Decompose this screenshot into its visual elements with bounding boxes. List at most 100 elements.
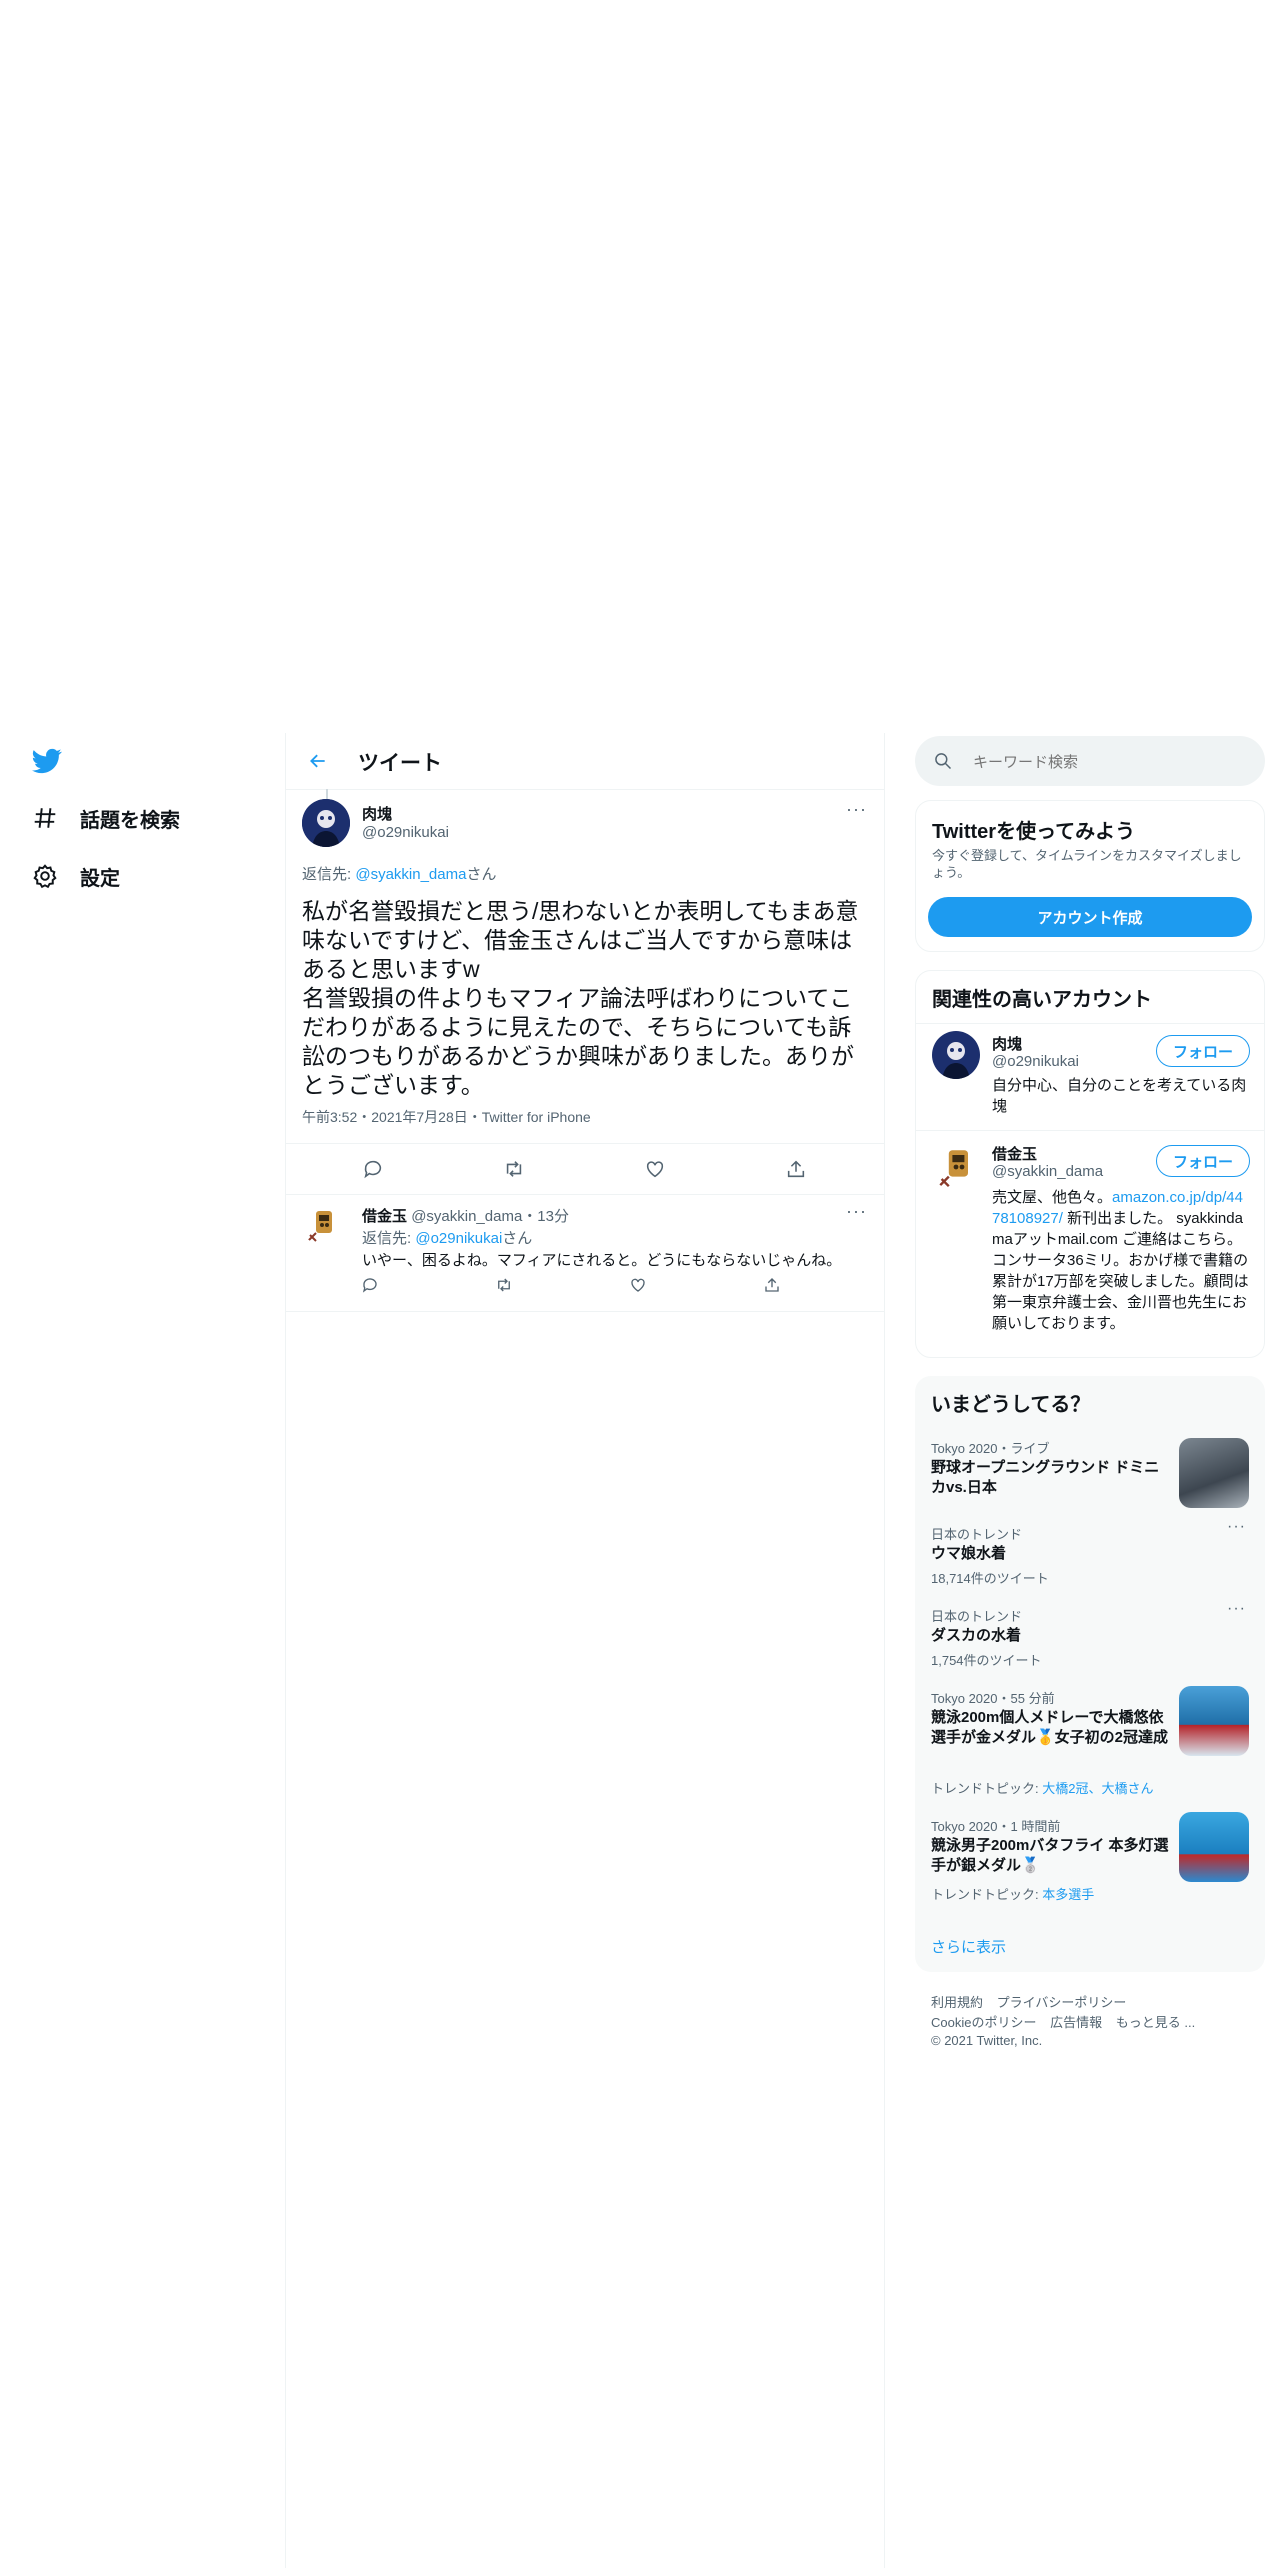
reply-icon[interactable] bbox=[360, 1275, 380, 1295]
reply-suffix: さん bbox=[502, 1230, 533, 1247]
account-bio: 自分中心、自分のことを考えている肉塊 bbox=[992, 1077, 1247, 1115]
topic-link[interactable]: 本多選手 bbox=[1042, 1887, 1094, 1902]
back-arrow-icon[interactable] bbox=[304, 747, 332, 775]
avatar[interactable] bbox=[302, 799, 350, 847]
footer-row-1: 利用規約 プライバシーポリシー bbox=[931, 1992, 1126, 2011]
related-accounts-card: 関連性の高いアカウント 肉塊 @o29nikukai フォロー 自分中心、自分の… bbox=[915, 970, 1265, 1358]
search-input[interactable] bbox=[971, 748, 1245, 776]
more-icon[interactable]: ··· bbox=[1227, 1518, 1246, 1536]
author-name[interactable]: 肉塊 bbox=[362, 803, 392, 824]
trend-item[interactable]: Tokyo 2020・ライブ 野球オープニングラウンド ドミニカvs.日本 bbox=[915, 1428, 1265, 1514]
follow-button[interactable]: フォロー bbox=[1156, 1145, 1250, 1177]
trend-topic: トレンドトピック: 本多選手 bbox=[931, 1884, 1094, 1903]
signup-title: Twitterを使ってみよう bbox=[932, 821, 1136, 843]
tweet-actions bbox=[286, 1143, 884, 1195]
tweet-timestamp[interactable]: 午前3:52・2021年7月28日・Twitter for iPhone bbox=[302, 1107, 591, 1127]
more-icon[interactable]: ··· bbox=[846, 799, 867, 820]
account-name[interactable]: 肉塊 bbox=[992, 1033, 1022, 1054]
tweet-column: ツイート 肉塊 @o29nikukai ··· 返信先: @syakkin_da… bbox=[285, 733, 885, 2568]
signup-desc: 今すぐ登録して、タイムラインをカスタマイズしましょう。 bbox=[932, 848, 1242, 880]
reply-icon[interactable] bbox=[360, 1156, 386, 1182]
avatar[interactable] bbox=[302, 1205, 342, 1245]
nav-explore[interactable]: 話題を検索 bbox=[30, 798, 180, 838]
account-bio: 売文屋、他色々。amazon.co.jp/dp/4478108927/ 新刊出ま… bbox=[992, 1187, 1250, 1334]
reply-context: 返信先: @syakkin_damaさん bbox=[302, 863, 496, 884]
show-more-link[interactable]: さらに表示 bbox=[931, 1936, 1006, 1957]
trend-meta: Tokyo 2020・1 時間前 bbox=[931, 1819, 1061, 1834]
trend-topic: トレンドトピック: 大橋2冠、大橋さん bbox=[931, 1778, 1153, 1797]
trend-thumbnail bbox=[1179, 1438, 1249, 1508]
trend-title: 野球オープニングラウンド ドミニカvs.日本 bbox=[931, 1459, 1160, 1496]
trend-meta: 日本のトレンド bbox=[931, 1609, 1023, 1624]
retweet-icon[interactable] bbox=[494, 1275, 514, 1295]
reply-context: 返信先: @o29nikukaiさん bbox=[362, 1227, 532, 1248]
related-title: 関連性の高いアカウント bbox=[932, 989, 1152, 1011]
reply-header: 借金玉 @syakkin_dama・13分 bbox=[362, 1205, 569, 1226]
reply-text: いやー、困るよね。マフィアにされると。どうにもならないじゃんね。 bbox=[362, 1252, 842, 1269]
topic-label: トレンドトピック: bbox=[931, 1781, 1043, 1796]
reply-suffix: さん bbox=[466, 866, 497, 883]
search-icon bbox=[933, 751, 953, 776]
avatar[interactable] bbox=[932, 1143, 980, 1191]
trend-item[interactable]: Tokyo 2020・55 分前 競泳200m個人メドレーで大橋悠依選手が金メダ… bbox=[915, 1678, 1265, 1806]
trend-meta: 日本のトレンド bbox=[931, 1527, 1023, 1542]
twitter-logo-icon[interactable] bbox=[30, 746, 64, 776]
share-icon[interactable] bbox=[783, 1156, 809, 1182]
create-account-button[interactable]: アカウント作成 bbox=[928, 897, 1252, 937]
reply-prefix: 返信先: bbox=[362, 1230, 416, 1247]
avatar[interactable] bbox=[932, 1031, 980, 1079]
trend-item[interactable]: Tokyo 2020・1 時間前 競泳男子200mバタフライ 本多灯選手が銀メダ… bbox=[915, 1806, 1265, 1916]
reply-time[interactable]: ・13分 bbox=[522, 1208, 569, 1225]
bio-text: 新刊出ました。 syakkindamaアットmail.com ご連絡はこちら。 … bbox=[992, 1210, 1249, 1332]
divider bbox=[916, 1130, 1264, 1131]
account-handle[interactable]: @syakkin_dama bbox=[992, 1163, 1103, 1180]
account-handle[interactable]: @o29nikukai bbox=[992, 1053, 1079, 1070]
more-link[interactable]: もっと見る ... bbox=[1116, 2015, 1195, 2030]
reply-tweet[interactable]: 借金玉 @syakkin_dama・13分 ··· 返信先: @o29nikuk… bbox=[286, 1193, 884, 1312]
terms-link[interactable]: 利用規約 bbox=[931, 1995, 983, 2010]
trend-title: 競泳200m個人メドレーで大橋悠依選手が金メダル🥇女子初の2冠達成 bbox=[931, 1709, 1169, 1746]
author-handle[interactable]: @o29nikukai bbox=[362, 824, 449, 841]
account-name[interactable]: 借金玉 bbox=[992, 1143, 1037, 1164]
nav-settings-label: 設定 bbox=[80, 867, 120, 890]
nav-explore-label: 話題を検索 bbox=[80, 809, 180, 832]
thread-line bbox=[326, 789, 328, 799]
divider bbox=[916, 1023, 1264, 1024]
trend-thumbnail bbox=[1179, 1812, 1249, 1882]
trend-title: ダスカの水着 bbox=[931, 1627, 1022, 1644]
follow-button[interactable]: フォロー bbox=[1156, 1035, 1250, 1067]
trend-count: 1,754件のツイート bbox=[931, 1653, 1042, 1668]
privacy-link[interactable]: プライバシーポリシー bbox=[997, 1995, 1127, 2010]
share-icon[interactable] bbox=[762, 1275, 782, 1295]
copyright: © 2021 Twitter, Inc. bbox=[931, 2033, 1043, 2048]
column-header: ツイート bbox=[286, 733, 884, 790]
trend-item[interactable]: 日本のトレンド ウマ娘水着 18,714件のツイート ··· bbox=[915, 1514, 1265, 1596]
search-box[interactable] bbox=[915, 736, 1265, 786]
topic-link[interactable]: 大橋2冠、大橋さん bbox=[1042, 1781, 1153, 1796]
more-icon[interactable]: ··· bbox=[846, 1201, 867, 1222]
nav-settings[interactable]: 設定 bbox=[30, 856, 120, 896]
trend-meta: Tokyo 2020・55 分前 bbox=[931, 1691, 1055, 1706]
reply-author-handle[interactable]: @syakkin_dama bbox=[411, 1208, 522, 1225]
reply-to-link[interactable]: @o29nikukai bbox=[415, 1230, 502, 1247]
reply-to-link[interactable]: @syakkin_dama bbox=[355, 866, 466, 883]
footer-row-2: Cookieのポリシー 広告情報 もっと見る ... bbox=[931, 2012, 1195, 2031]
trend-thumbnail bbox=[1179, 1686, 1249, 1756]
cookie-link[interactable]: Cookieのポリシー bbox=[931, 2015, 1036, 2030]
trend-meta: Tokyo 2020・ライブ bbox=[931, 1441, 1050, 1456]
retweet-icon[interactable] bbox=[501, 1156, 527, 1182]
page-title: ツイート bbox=[358, 752, 442, 775]
more-icon[interactable]: ··· bbox=[1227, 1600, 1246, 1618]
ads-info-link[interactable]: 広告情報 bbox=[1050, 2015, 1102, 2030]
reply-author-name[interactable]: 借金玉 bbox=[362, 1208, 407, 1225]
trends-card: いまどうしてる？ Tokyo 2020・ライブ 野球オープニングラウンド ドミニ… bbox=[915, 1376, 1265, 1972]
hashtag-icon bbox=[30, 803, 60, 833]
like-icon[interactable] bbox=[628, 1275, 648, 1295]
like-icon[interactable] bbox=[642, 1156, 668, 1182]
bio-text: 売文屋、他色々。 bbox=[992, 1189, 1113, 1206]
trend-item[interactable]: 日本のトレンド ダスカの水着 1,754件のツイート ··· bbox=[915, 1596, 1265, 1678]
reply-prefix: 返信先: bbox=[302, 866, 356, 883]
tweet-text: 私が名誉毀損だと思う/思わないとか表明してもまあ意味ないですけど、借金玉さんはご… bbox=[302, 898, 859, 1098]
topic-label: トレンドトピック: bbox=[931, 1887, 1043, 1902]
signup-card: Twitterを使ってみよう 今すぐ登録して、タイムラインをカスタマイズしましょ… bbox=[915, 800, 1265, 952]
